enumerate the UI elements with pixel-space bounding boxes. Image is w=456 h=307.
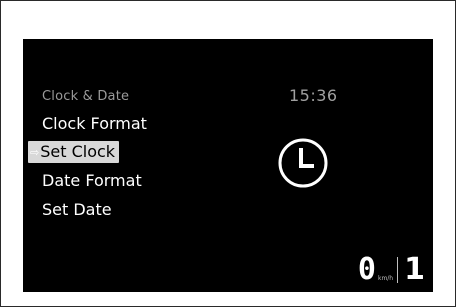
- speed-unit: km/h: [377, 275, 394, 282]
- readout-divider: [397, 257, 399, 283]
- clock-icon: [278, 138, 328, 188]
- gear-indicator: 1: [404, 252, 425, 287]
- current-time: 15:36: [289, 86, 338, 105]
- speed-gear-readout: 0 km/h 1: [357, 252, 425, 287]
- menu-title: Clock & Date: [42, 89, 130, 104]
- menu-item-date-format[interactable]: Date Format: [42, 171, 142, 190]
- speed-value: 0: [357, 252, 376, 287]
- menu-item-clock-format[interactable]: Clock Format: [42, 114, 147, 133]
- display-screen: Clock & Date 15:36 Clock Format ⇨Set Clo…: [23, 39, 433, 292]
- figure-frame: Clock & Date 15:36 Clock Format ⇨Set Clo…: [0, 0, 456, 307]
- menu-item-label: Set Clock: [40, 142, 116, 161]
- menu-item-set-date[interactable]: Set Date: [42, 200, 112, 219]
- menu-item-set-clock[interactable]: ⇨Set Clock: [28, 141, 120, 163]
- selection-arrow-icon: ⇨: [30, 146, 40, 159]
